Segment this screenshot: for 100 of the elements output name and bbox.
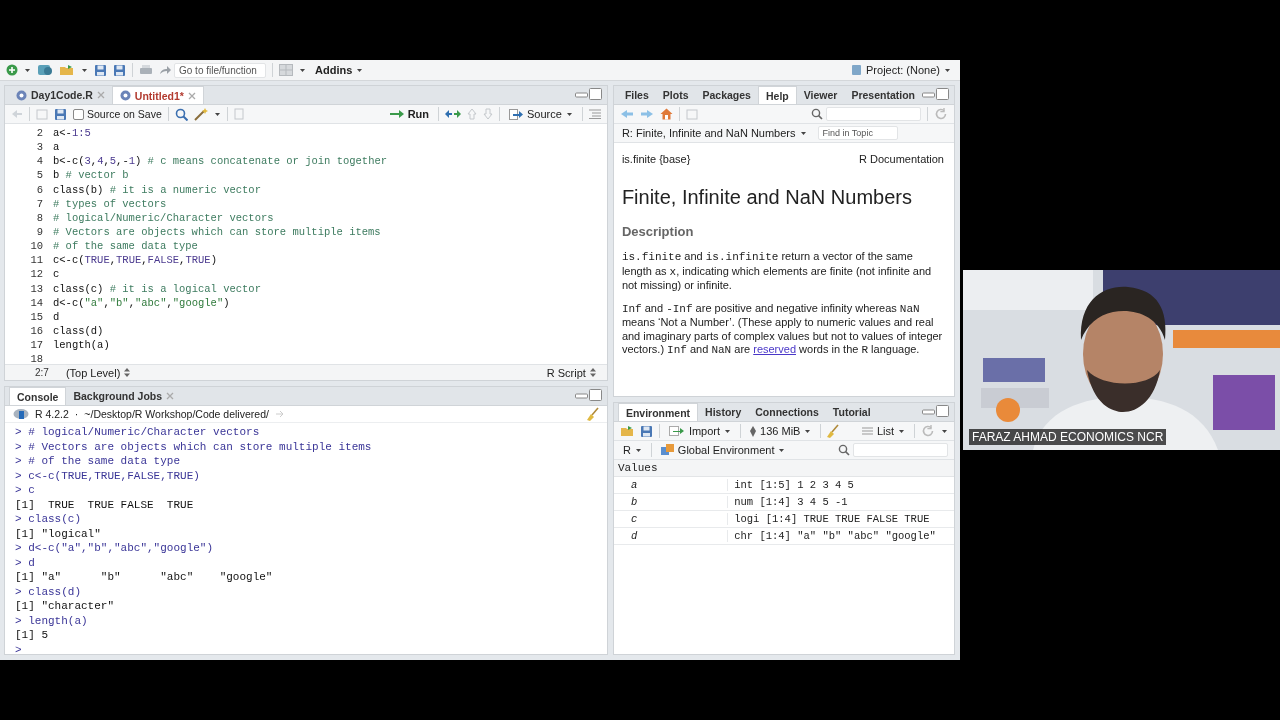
- caret-icon[interactable]: [565, 111, 573, 117]
- forward-icon[interactable]: [639, 109, 654, 119]
- outline-icon[interactable]: [588, 109, 601, 119]
- source-button[interactable]: Source: [506, 108, 576, 120]
- variable-value: int [1:5] 1 2 3 4 5: [733, 479, 854, 491]
- tab[interactable]: Packages: [695, 86, 758, 104]
- close-icon[interactable]: [96, 91, 105, 99]
- tab[interactable]: Console: [9, 387, 67, 405]
- maximize-icon[interactable]: [588, 389, 602, 401]
- file-type-menu[interactable]: R Script: [543, 366, 599, 379]
- console-line: > class(c): [15, 512, 82, 527]
- memory-menu[interactable]: 136 MiB: [747, 425, 815, 437]
- tab[interactable]: Presentation: [844, 86, 922, 104]
- tab[interactable]: Plots: [655, 86, 696, 104]
- load-workspace-icon[interactable]: [619, 425, 634, 437]
- go-to-file-field[interactable]: Go to file/function: [174, 62, 266, 78]
- reserved-link[interactable]: reserved: [753, 343, 796, 355]
- close-icon[interactable]: [187, 91, 196, 100]
- console-line: > # logical/Numeric/Character vectors: [15, 425, 261, 440]
- refresh-icon[interactable]: [921, 424, 935, 438]
- save-icon[interactable]: [94, 63, 107, 77]
- new-file-icon[interactable]: [6, 64, 18, 76]
- tab[interactable]: Environment: [617, 403, 699, 421]
- source-icon: [509, 108, 523, 120]
- tab[interactable]: Tutorial: [825, 403, 878, 421]
- console-line: [1] "logical": [15, 526, 102, 541]
- magic-wand-icon[interactable]: [193, 107, 208, 121]
- console-line: > d<-c("a","b","abc","google"): [15, 541, 215, 556]
- code-line: a<-1:5: [53, 126, 91, 141]
- tab[interactable]: Background Jobs: [66, 387, 182, 405]
- caret-icon[interactable]: [356, 67, 364, 73]
- back-icon[interactable]: [619, 109, 634, 119]
- console-line: > # of the same data type: [15, 454, 182, 469]
- search-icon[interactable]: [174, 107, 188, 121]
- caret-icon[interactable]: [299, 67, 306, 73]
- tab[interactable]: Files: [617, 86, 656, 104]
- tab[interactable]: Help: [757, 86, 797, 104]
- save-icon[interactable]: [54, 107, 67, 121]
- home-icon[interactable]: [659, 108, 673, 120]
- search-field[interactable]: [853, 443, 948, 457]
- tab[interactable]: Untitled1*: [111, 86, 204, 104]
- close-icon[interactable]: [166, 392, 175, 400]
- code-line: # of the same data type: [53, 239, 198, 254]
- tab[interactable]: Connections: [748, 403, 826, 421]
- caret-icon[interactable]: [81, 67, 88, 73]
- line-number: 3: [35, 140, 44, 155]
- broom-icon[interactable]: [827, 424, 840, 438]
- save-icon[interactable]: [639, 424, 653, 438]
- caret-icon[interactable]: [634, 447, 642, 453]
- r-logo-icon: [13, 408, 29, 420]
- maximize-icon[interactable]: [588, 88, 602, 100]
- environment-menu[interactable]: Global Environment: [657, 444, 789, 456]
- console-line: > d: [15, 555, 36, 570]
- tab[interactable]: History: [698, 403, 749, 421]
- caret-icon[interactable]: [944, 67, 951, 73]
- search-icon: [838, 444, 850, 456]
- broom-icon[interactable]: [586, 407, 599, 421]
- caret-icon[interactable]: [941, 428, 948, 434]
- rerun-icon[interactable]: [445, 110, 461, 118]
- maximize-icon[interactable]: [936, 88, 949, 100]
- console-line: > c<-c(TRUE,TRUE,FALSE,TRUE): [15, 468, 201, 483]
- line-number: 14: [29, 295, 44, 310]
- scope-menu[interactable]: (Top Level): [62, 366, 134, 379]
- search-field[interactable]: [826, 107, 921, 121]
- paragraph: Inf and -Inf are positive and negative infinity whereas NaN means ‘Not a Number’. (These apply to numeric values and real and imaginary parts of complex values but not to values of integer vectors.) Inf and NaN are reserved words in the R language.: [621, 301, 944, 358]
- environment-icon: [660, 444, 674, 456]
- code-line: # logical/Numeric/Character vectors: [53, 210, 274, 225]
- line-number: 8: [35, 210, 44, 225]
- refresh-icon[interactable]: [934, 107, 948, 121]
- caret-icon[interactable]: [724, 428, 732, 434]
- print-icon[interactable]: [139, 64, 153, 76]
- topic-menu[interactable]: R: Finite, Infinite and NaN Numbers: [618, 127, 810, 139]
- caret-icon[interactable]: [804, 428, 812, 434]
- source-on-save-checkbox[interactable]: Source on Save: [73, 108, 162, 120]
- new-project-icon[interactable]: [37, 64, 53, 76]
- caret-icon[interactable]: [898, 428, 905, 434]
- code-line: class(c) # it is a logical vector: [53, 281, 261, 296]
- run-button[interactable]: Run: [386, 108, 432, 120]
- caret-icon[interactable]: [24, 67, 31, 73]
- caret-icon[interactable]: [799, 130, 807, 136]
- find-in-topic-field[interactable]: Find in Topic: [817, 126, 898, 140]
- caret-icon[interactable]: [778, 447, 786, 453]
- code-line: d<-c("a","b","abc","google"): [53, 295, 230, 310]
- import-menu[interactable]: Import: [665, 425, 735, 437]
- open-folder-icon[interactable]: [59, 64, 75, 76]
- project-icon: [851, 64, 862, 76]
- caret-icon[interactable]: [213, 111, 221, 117]
- line-number: 7: [35, 196, 44, 211]
- tab[interactable]: Viewer: [796, 86, 845, 104]
- language-menu[interactable]: R: [619, 444, 645, 456]
- addins-menu[interactable]: Addins: [312, 64, 367, 76]
- view-menu[interactable]: List: [858, 425, 908, 437]
- save-all-icon[interactable]: [113, 63, 126, 77]
- updown-icon: [589, 368, 596, 377]
- updown-icon: [124, 368, 131, 377]
- project-menu[interactable]: Project: (None): [848, 64, 954, 76]
- tab[interactable]: Day1Code.R: [9, 86, 112, 104]
- console-line: [1] "a" "b" "abc" "google": [15, 570, 274, 585]
- maximize-icon[interactable]: [936, 405, 949, 417]
- code-line: c<-c(TRUE,TRUE,FALSE,TRUE): [53, 253, 217, 268]
